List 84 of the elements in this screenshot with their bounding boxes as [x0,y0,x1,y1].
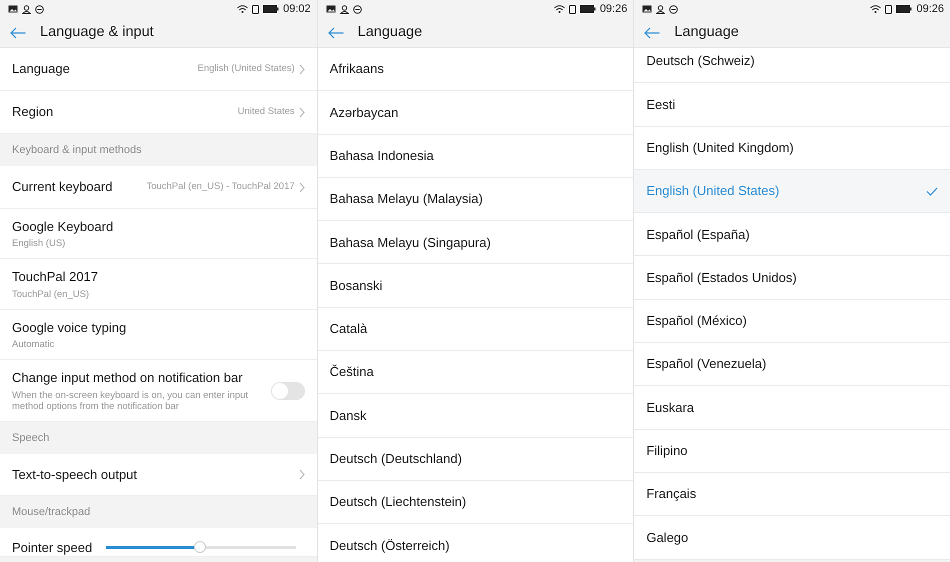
language-option[interactable]: Français [634,472,950,516]
wifi-icon [554,5,565,13]
back-arrow-icon [328,26,344,38]
settings-row[interactable]: Region United States [0,91,317,134]
chevron-icon [298,182,305,192]
chevron-icon [298,64,305,74]
sim-card-icon [252,4,260,14]
slider-thumb[interactable] [194,541,206,553]
do-not-disturb-icon [669,4,678,14]
language-option[interactable]: Deutsch (Schweiz) [634,48,950,84]
sim-card-icon [885,4,892,14]
image-icon [8,5,18,13]
settings-row[interactable]: Language English (United States) [0,48,317,91]
language-option[interactable]: Čeština [318,351,634,394]
row-label: Pointer speed [12,541,92,555]
status-time: 09:02 [283,2,311,17]
slider[interactable] [106,541,296,553]
row-summary: English (US) [12,239,66,250]
back-button[interactable] [644,26,660,38]
person-icon [22,4,31,14]
battery-icon [896,5,912,13]
screen-title: Language [674,22,739,42]
status-time: 09:26 [600,2,628,17]
row-value: United States [238,104,295,119]
section-header: Keyboard & input methods [11,142,143,158]
toggle-switch[interactable] [270,382,305,400]
language-option[interactable]: Català [318,308,634,352]
wifi-icon [870,5,882,13]
language-option[interactable]: Español (México) [634,300,950,344]
row-label: Google Keyboard [12,218,114,236]
person-icon [656,4,666,14]
row-summary: Automatic [12,340,56,352]
sim-card-icon [568,4,576,14]
image-icon [326,5,336,13]
row-label: Google voice typing [12,318,128,337]
row-label: Change input method on notification bar [12,369,244,388]
row-label: Current keyboard [12,178,114,196]
language-option[interactable]: Euskara [634,386,950,430]
chevron-icon [298,106,305,118]
row-label: Region [12,103,54,122]
language-option[interactable]: Eesti [634,83,950,127]
section-header: Mouse/trackpad [11,504,92,520]
language-option[interactable]: Dansk [318,394,634,438]
language-option[interactable]: Deutsch (Liechtenstein) [318,480,634,524]
row-label: Language [12,60,71,78]
row-label: Text-to-speech output [12,466,138,484]
row-summary: TouchPal (en_US) [12,290,90,301]
battery-icon [580,5,596,13]
language-option[interactable]: Bahasa Melayu (Singapura) [318,221,634,264]
do-not-disturb-icon [35,4,44,14]
back-arrow-icon [10,26,26,38]
language-option[interactable]: Afrikaans [318,48,634,92]
settings-row[interactable]: Current keyboard TouchPal (en_US) - TouchPal 2017 [0,166,317,209]
row-label: TouchPal 2017 [12,268,100,286]
language-option[interactable]: Bahasa Melayu (Malaysia) [318,178,634,222]
screen-title: Language [358,22,422,42]
settings-row[interactable]: Text-to-speech output [0,454,317,496]
language-option[interactable]: Galego [634,516,950,560]
language-option[interactable]: English (United Kingdom) [634,126,950,170]
battery-icon [263,5,280,13]
language-option[interactable]: Deutsch (Deutschland) [318,438,634,481]
wifi-icon [237,5,248,13]
language-option[interactable]: Azərbaycan [318,91,634,135]
back-button[interactable] [328,26,344,38]
language-option[interactable]: Español (España) [634,213,950,256]
row-value: English (United States) [198,62,295,76]
back-arrow-icon [644,26,660,38]
checkmark-icon [926,186,938,196]
language-option[interactable]: Bosanski [318,264,634,308]
status-time: 09:26 [916,2,944,17]
language-option[interactable]: Filipino [634,430,950,473]
do-not-disturb-icon [352,4,362,14]
section-header: Speech [11,430,50,446]
language-option[interactable]: Español (Estados Unidos) [634,256,950,300]
row-value: TouchPal (en_US) - TouchPal 2017 [146,180,295,194]
image-icon [642,5,652,13]
screen-title: Language & input [40,22,154,42]
back-button[interactable] [10,26,26,38]
language-option[interactable]: Español (Venezuela) [634,343,950,386]
language-option[interactable]: Bahasa Indonesia [318,134,634,178]
chevron-icon [298,469,305,480]
person-icon [340,4,349,14]
language-option[interactable]: Deutsch (Österreich) [318,524,634,562]
row-summary: When the on-screen keyboard is on, you can enter input method options from the notification bar [12,390,250,413]
